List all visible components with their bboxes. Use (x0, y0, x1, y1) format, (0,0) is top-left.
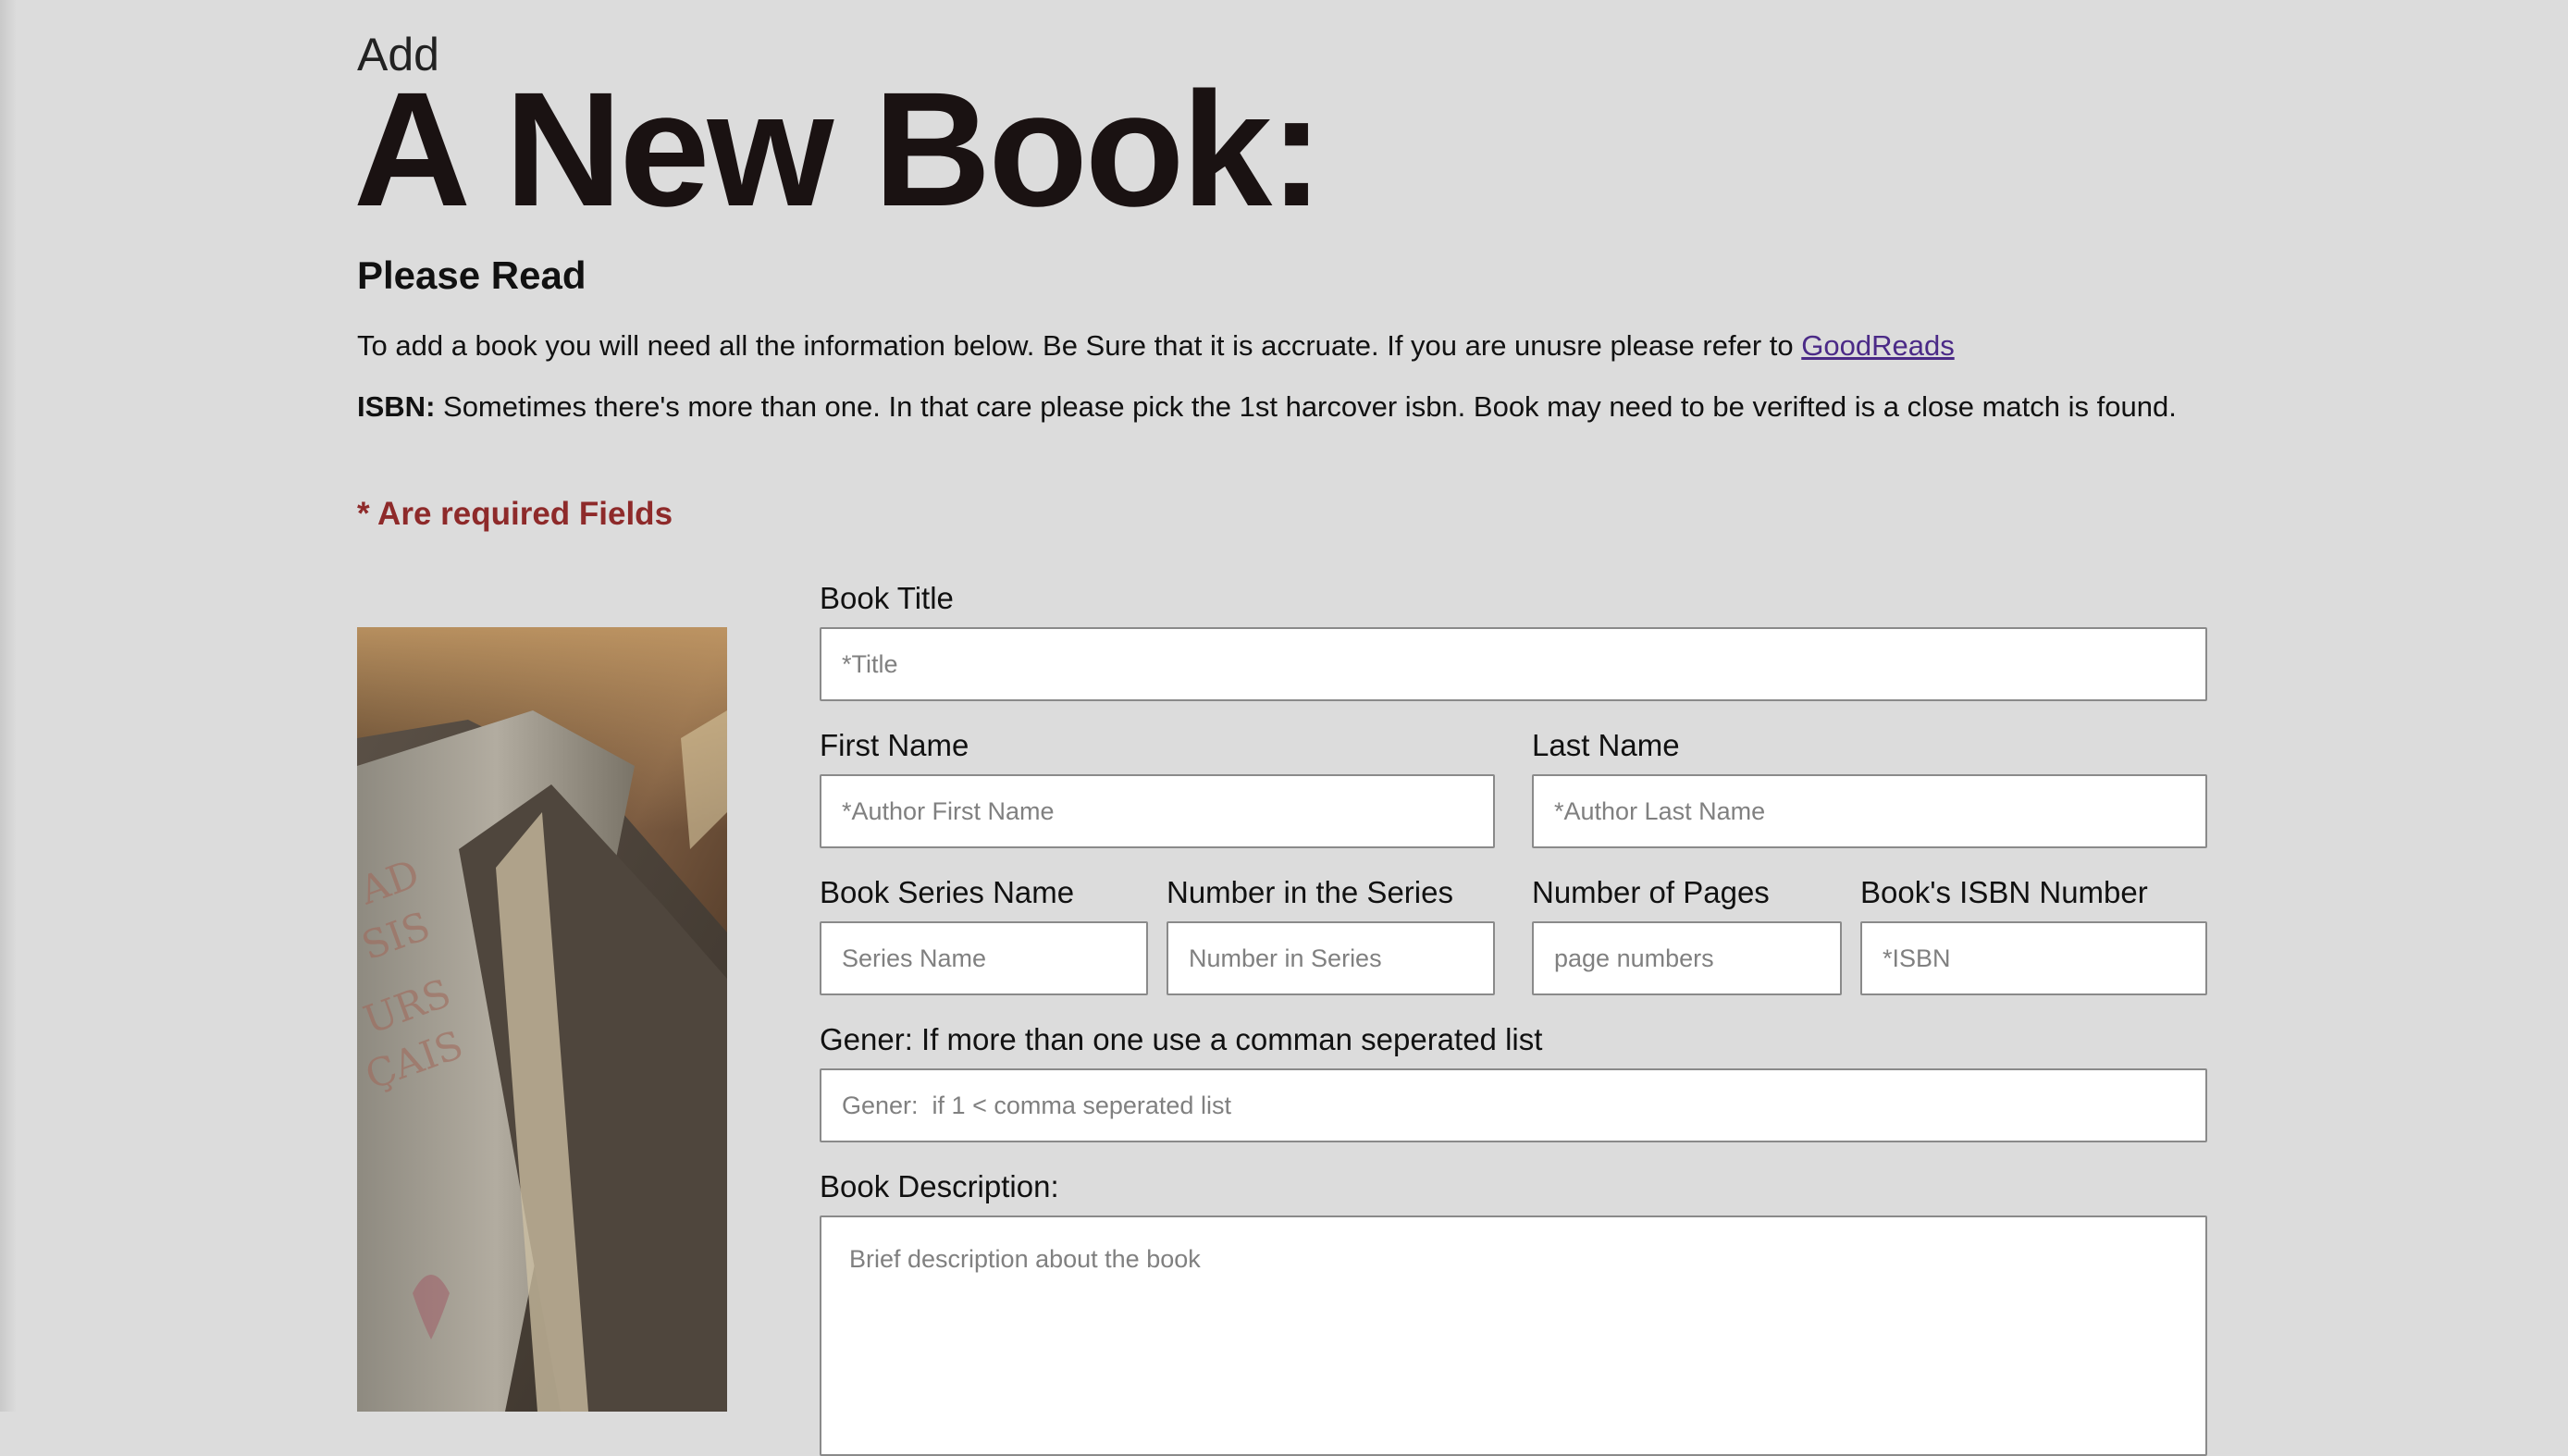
description-label: Book Description: (820, 1169, 1059, 1203)
please-read-heading: Please Read (357, 253, 586, 297)
last-name-input[interactable] (1532, 774, 2207, 848)
info-line-isbn: ISBN: Sometimes there's more than one. I… (357, 390, 2177, 424)
series-name-label: Book Series Name (820, 875, 1075, 909)
required-fields-note: * Are required Fields (357, 496, 673, 532)
pages-input[interactable] (1532, 921, 1842, 995)
page-edge-shadow (0, 0, 17, 1412)
isbn-input[interactable] (1860, 921, 2207, 995)
series-number-label: Number in the Series (1167, 875, 1453, 909)
description-textarea[interactable] (820, 1215, 2207, 1456)
series-number-input[interactable] (1167, 921, 1495, 995)
genre-label: Gener: If more than one use a comman sep… (820, 1022, 1543, 1056)
book-title-label: Book Title (820, 581, 954, 615)
first-name-input[interactable] (820, 774, 1495, 848)
page-title: A New Book: (353, 59, 1324, 241)
book-photo: AD SIS URS ÇAIS (357, 627, 727, 1412)
book-title-input[interactable] (820, 627, 2207, 701)
goodreads-link[interactable]: GoodReads (1801, 329, 1954, 362)
genre-input[interactable] (820, 1068, 2207, 1142)
first-name-label: First Name (820, 728, 969, 762)
last-name-label: Last Name (1532, 728, 1680, 762)
instructions-text: To add a book you will need all the info… (357, 329, 1794, 362)
isbn-note-label: ISBN: (357, 390, 436, 423)
isbn-label: Book's ISBN Number (1860, 875, 2148, 909)
info-line-instructions: To add a book you will need all the info… (357, 329, 1955, 363)
series-name-input[interactable] (820, 921, 1148, 995)
isbn-note-text: Sometimes there's more than one. In that… (443, 390, 2177, 423)
pages-label: Number of Pages (1532, 875, 1770, 909)
